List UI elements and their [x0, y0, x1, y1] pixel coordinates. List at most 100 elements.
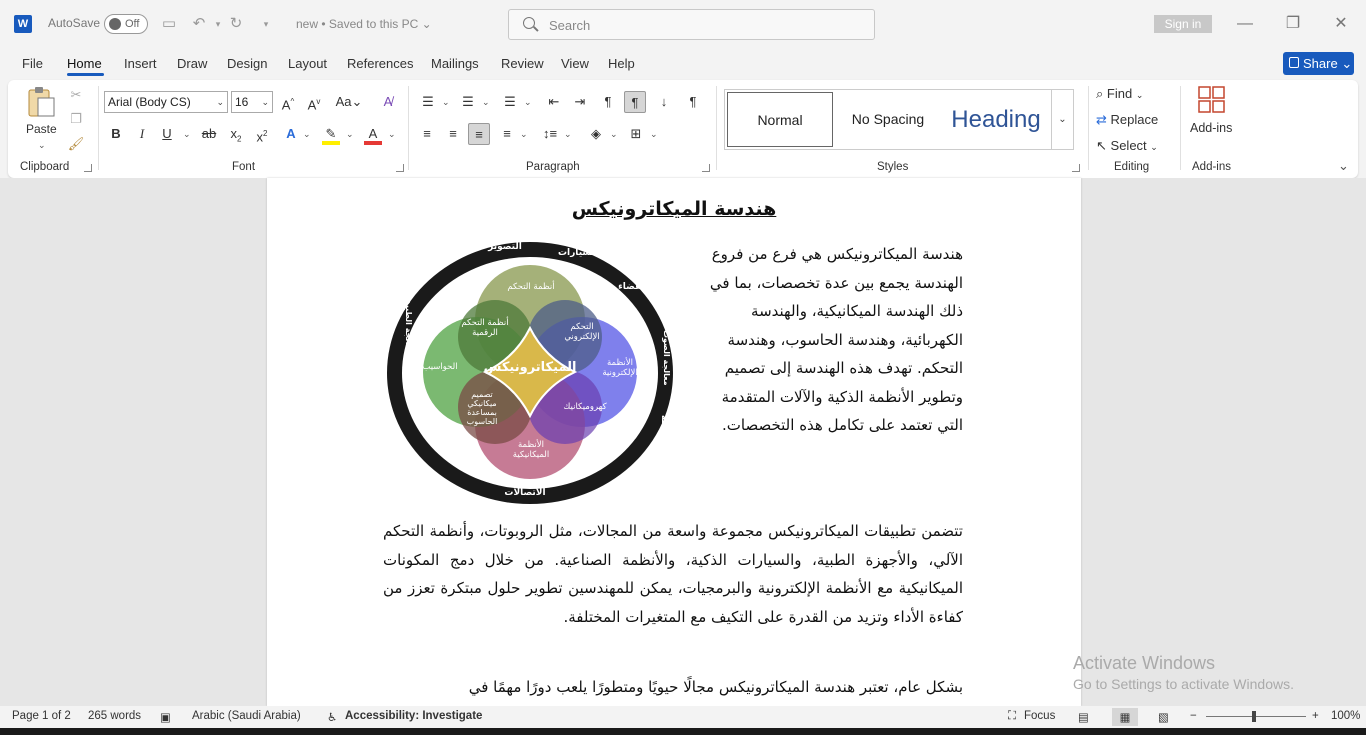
zoom-in-icon[interactable]: + — [1312, 710, 1319, 722]
tab-review[interactable]: Review — [501, 56, 544, 71]
rtl-direction-icon[interactable]: ¶ — [624, 91, 646, 113]
search-box[interactable]: Search — [508, 9, 875, 40]
font-color-dropdown-icon[interactable]: ⌄ — [388, 129, 396, 140]
paste-dropdown-icon[interactable]: ⌄ — [38, 140, 46, 151]
multilevel-dropdown-icon[interactable]: ⌄ — [524, 97, 532, 108]
increase-indent-icon[interactable]: ⇥ — [570, 91, 590, 113]
clipboard-launcher-icon[interactable] — [84, 164, 92, 172]
styles-more-icon[interactable]: ⌄ — [1051, 90, 1073, 149]
style-heading[interactable]: Heading — [943, 92, 1049, 147]
save-icon[interactable]: ▭ — [159, 14, 179, 34]
read-mode-icon[interactable]: ▤ — [1078, 710, 1089, 724]
sort-icon[interactable]: ↓ — [654, 91, 674, 113]
line-spacing-dropdown-icon[interactable]: ⌄ — [564, 129, 572, 140]
text-effects-icon[interactable]: A — [282, 123, 300, 145]
underline-dropdown-icon[interactable]: ⌄ — [183, 129, 191, 140]
sign-in-button[interactable]: Sign in — [1154, 15, 1212, 33]
multilevel-list-icon[interactable]: ☰ — [500, 91, 520, 113]
tab-file[interactable]: File — [22, 56, 43, 71]
zoom-slider-knob[interactable] — [1252, 711, 1256, 722]
zoom-level[interactable]: 100% — [1331, 710, 1360, 722]
tab-mailings[interactable]: Mailings — [431, 56, 479, 71]
tab-insert[interactable]: Insert — [124, 56, 157, 71]
styles-launcher-icon[interactable] — [1072, 164, 1080, 172]
change-case-icon[interactable]: Aa⌄ — [334, 91, 364, 113]
shading-icon[interactable]: ◈ — [586, 123, 606, 145]
copy-icon[interactable]: ❐ — [66, 108, 86, 130]
mechatronics-diagram[interactable]: الميكاترونيكس التصوير السيارات الفضاء مع… — [385, 240, 675, 506]
close-icon[interactable]: ✕ — [1318, 10, 1364, 38]
ltr-direction-icon[interactable]: ¶ — [598, 91, 618, 113]
superscript-icon[interactable]: x2 — [254, 123, 270, 145]
font-name-combo[interactable]: Arial (Body CS) ⌄ — [104, 91, 228, 113]
undo-dropdown-icon[interactable]: ▾ — [208, 14, 228, 34]
restore-icon[interactable]: ❐ — [1270, 10, 1316, 38]
align-right-icon[interactable]: ≡ — [468, 123, 490, 145]
addins-button[interactable]: Add-ins — [1190, 117, 1232, 139]
clear-formatting-icon[interactable]: A̸ — [378, 91, 398, 113]
zoom-slider[interactable] — [1206, 716, 1306, 717]
collapse-ribbon-icon[interactable]: ⌄ — [1338, 158, 1349, 174]
zoom-out-icon[interactable]: − — [1190, 710, 1197, 722]
redo-icon[interactable]: ↻ — [226, 14, 246, 34]
tab-help[interactable]: Help — [608, 56, 635, 71]
minimize-icon[interactable]: — — [1222, 10, 1268, 38]
undo-icon[interactable]: ↶ — [189, 14, 209, 34]
shrink-font-icon[interactable]: Av — [304, 91, 324, 113]
focus-button[interactable]: Focus — [1024, 710, 1055, 722]
web-layout-icon[interactable]: ▧ — [1158, 710, 1169, 724]
tab-design[interactable]: Design — [227, 56, 267, 71]
line-spacing-icon[interactable]: ↕≡ — [539, 123, 561, 145]
replace-button[interactable]: ⇄ Replace — [1096, 109, 1176, 131]
document-title[interactable]: new • Saved to this PC ⌄ — [296, 17, 432, 31]
decrease-indent-icon[interactable]: ⇤ — [544, 91, 564, 113]
print-layout-icon[interactable]: ▦ — [1112, 708, 1138, 726]
bold-icon[interactable]: B — [108, 123, 124, 145]
strikethrough-icon[interactable]: ab — [199, 123, 219, 145]
tab-home[interactable]: Home — [67, 56, 102, 71]
document-page[interactable]: هندسة الميكاترونيكس هندسة الميكاترونيكس … — [267, 178, 1081, 706]
select-button[interactable]: ↖ Select ⌄ — [1096, 135, 1176, 157]
paragraph-launcher-icon[interactable] — [702, 164, 710, 172]
cut-icon[interactable]: ✂ — [66, 84, 86, 106]
borders-icon[interactable]: ⊞ — [626, 123, 646, 145]
highlight-icon[interactable]: ✎ — [322, 123, 340, 145]
tab-draw[interactable]: Draw — [177, 56, 207, 71]
justify-icon[interactable]: ≡ — [497, 123, 517, 145]
align-left-icon[interactable]: ≡ — [417, 123, 437, 145]
paste-icon[interactable] — [26, 86, 56, 118]
page-count[interactable]: Page 1 of 2 — [12, 710, 71, 722]
justify-dropdown-icon[interactable]: ⌄ — [520, 129, 528, 140]
language-indicator[interactable]: Arabic (Saudi Arabia) — [192, 710, 301, 722]
grow-font-icon[interactable]: A^ — [278, 91, 298, 113]
italic-icon[interactable]: I — [134, 123, 150, 145]
word-count[interactable]: 265 words — [88, 710, 141, 722]
show-marks-icon[interactable]: ¶ — [684, 91, 702, 113]
paste-button[interactable]: Paste — [26, 118, 57, 140]
font-size-combo[interactable]: 16 ⌄ — [231, 91, 273, 113]
style-no-spacing[interactable]: No Spacing — [835, 92, 941, 147]
find-button[interactable]: ⌕ Find ⌄ — [1096, 83, 1176, 105]
underline-icon[interactable]: U — [159, 123, 175, 145]
borders-dropdown-icon[interactable]: ⌄ — [650, 129, 658, 140]
font-launcher-icon[interactable] — [396, 164, 404, 172]
autosave-toggle[interactable]: Off — [104, 14, 148, 34]
tab-layout[interactable]: Layout — [288, 56, 327, 71]
text-effects-dropdown-icon[interactable]: ⌄ — [303, 129, 311, 140]
tab-references[interactable]: References — [347, 56, 413, 71]
subscript-icon[interactable]: x2 — [228, 123, 244, 145]
format-painter-icon[interactable]: 🖌 — [66, 133, 86, 155]
proofing-icon[interactable]: ▣ — [160, 710, 171, 724]
highlight-dropdown-icon[interactable]: ⌄ — [346, 129, 354, 140]
tab-view[interactable]: View — [561, 56, 589, 71]
align-center-icon[interactable]: ≡ — [443, 123, 463, 145]
customize-toolbar-icon[interactable]: ▾ — [256, 14, 276, 34]
font-color-icon[interactable]: A — [364, 123, 382, 145]
accessibility-status[interactable]: Accessibility: Investigate — [345, 710, 482, 722]
share-button[interactable]: Share ⌄ — [1283, 52, 1354, 75]
numbering-dropdown-icon[interactable]: ⌄ — [482, 97, 490, 108]
bullets-dropdown-icon[interactable]: ⌄ — [442, 97, 450, 108]
addins-icon[interactable] — [1198, 86, 1226, 114]
numbering-icon[interactable]: ☰ — [458, 91, 478, 113]
shading-dropdown-icon[interactable]: ⌄ — [610, 129, 618, 140]
